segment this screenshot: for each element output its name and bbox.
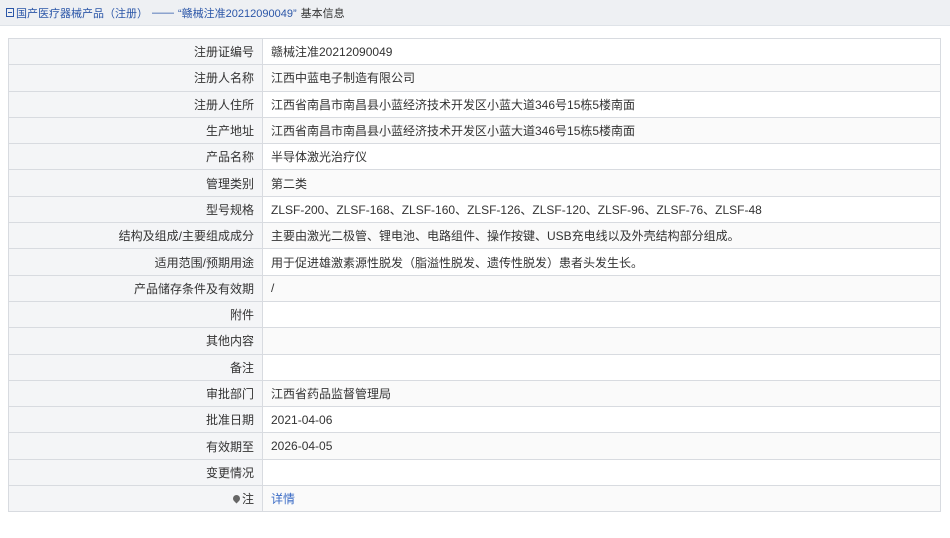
table-row: 附件 — [8, 300, 941, 329]
breadcrumb-suffix: 基本信息 — [300, 7, 345, 20]
detail-link[interactable]: 详情 — [271, 492, 295, 506]
row-value: ZLSF-200、ZLSF-168、ZLSF-160、ZLSF-126、ZLSF… — [262, 195, 941, 224]
row-label: 型号规格 — [8, 195, 263, 224]
row-label: 结构及组成/主要组成成分 — [8, 222, 263, 250]
note-label-cell: 注 — [8, 485, 263, 513]
row-value — [262, 353, 941, 381]
breadcrumb-root[interactable]: 国产医疗器械产品（注册） — [16, 5, 148, 21]
table-row: 注册人住所 江西省南昌市南昌县小蓝经济技术开发区小蓝大道346号15栋5楼南面 — [8, 90, 941, 118]
table-row: 变更情况 — [8, 458, 941, 487]
table-row: 有效期至 2026-04-05 — [8, 432, 941, 460]
row-label: 注册人住所 — [8, 90, 263, 118]
row-value: 2026-04-05 — [262, 432, 941, 460]
row-value: 第二类 — [262, 169, 941, 197]
table-row: 批准日期 2021-04-06 — [8, 406, 941, 434]
row-label: 变更情况 — [8, 458, 263, 487]
breadcrumb: 国产医疗器械产品（注册） —— “赣械注准20212090049” 基本信息 — [0, 0, 950, 26]
row-value: 江西省药品监督管理局 — [262, 379, 941, 408]
row-value: 半导体激光治疗仪 — [262, 143, 941, 171]
row-value: 详情 — [262, 485, 941, 513]
row-value: / — [262, 274, 941, 302]
document-icon — [6, 8, 14, 17]
table-row: 型号规格 ZLSF-200、ZLSF-168、ZLSF-160、ZLSF-126… — [8, 195, 941, 224]
row-label: 产品储存条件及有效期 — [8, 274, 263, 302]
row-label: 管理类别 — [8, 169, 263, 197]
row-value: 赣械注准20212090049 — [262, 37, 941, 66]
row-label: 有效期至 — [8, 432, 263, 460]
table-row: 注册人名称 江西中蓝电子制造有限公司 — [8, 64, 941, 92]
row-label: 其他内容 — [8, 327, 263, 355]
table-row: 产品储存条件及有效期 / — [8, 274, 941, 302]
row-label: 附件 — [8, 300, 263, 329]
row-label: 注册证编号 — [8, 37, 263, 66]
row-value: 江西省南昌市南昌县小蓝经济技术开发区小蓝大道346号15栋5楼南面 — [262, 90, 941, 118]
row-label: 产品名称 — [8, 143, 263, 171]
table-row: 审批部门 江西省药品监督管理局 — [8, 379, 941, 408]
row-value: 2021-04-06 — [262, 406, 941, 434]
row-value: 江西省南昌市南昌县小蓝经济技术开发区小蓝大道346号15栋5楼南面 — [262, 116, 941, 145]
row-label: 生产地址 — [8, 116, 263, 145]
table-row: 备注 — [8, 353, 941, 381]
row-value — [262, 327, 941, 355]
table-row: 生产地址 江西省南昌市南昌县小蓝经济技术开发区小蓝大道346号15栋5楼南面 — [8, 116, 941, 145]
row-value — [262, 300, 941, 329]
info-table: 注册证编号 赣械注准20212090049 注册人名称 江西中蓝电子制造有限公司… — [8, 37, 941, 513]
pin-icon — [231, 493, 242, 504]
row-label: 注册人名称 — [8, 64, 263, 92]
row-label: 备注 — [8, 353, 263, 381]
row-label: 批准日期 — [8, 406, 263, 434]
table-row: 其他内容 — [8, 327, 941, 355]
table-row: 结构及组成/主要组成成分 主要由激光二极管、锂电池、电路组件、操作按键、USB充… — [8, 222, 941, 250]
table-row: 管理类别 第二类 — [8, 169, 941, 197]
row-label: 审批部门 — [8, 379, 263, 408]
row-value: 用于促进雄激素源性脱发（脂溢性脱发、遗传性脱发）患者头发生长。 — [262, 248, 941, 276]
row-value — [262, 458, 941, 487]
table-row: 适用范围/预期用途 用于促进雄激素源性脱发（脂溢性脱发、遗传性脱发）患者头发生长… — [8, 248, 941, 276]
row-label: 注 — [241, 492, 254, 507]
table-row: 注册证编号 赣械注准20212090049 — [8, 37, 941, 66]
breadcrumb-separator: —— — [152, 6, 174, 19]
table-row: 注 详情 — [8, 485, 941, 513]
row-value: 江西中蓝电子制造有限公司 — [262, 64, 941, 92]
row-value: 主要由激光二极管、锂电池、电路组件、操作按键、USB充电线以及外壳结构部分组成。 — [262, 222, 941, 250]
table-row: 产品名称 半导体激光治疗仪 — [8, 143, 941, 171]
breadcrumb-current: “赣械注准20212090049” — [178, 7, 297, 20]
row-label: 适用范围/预期用途 — [8, 248, 263, 276]
